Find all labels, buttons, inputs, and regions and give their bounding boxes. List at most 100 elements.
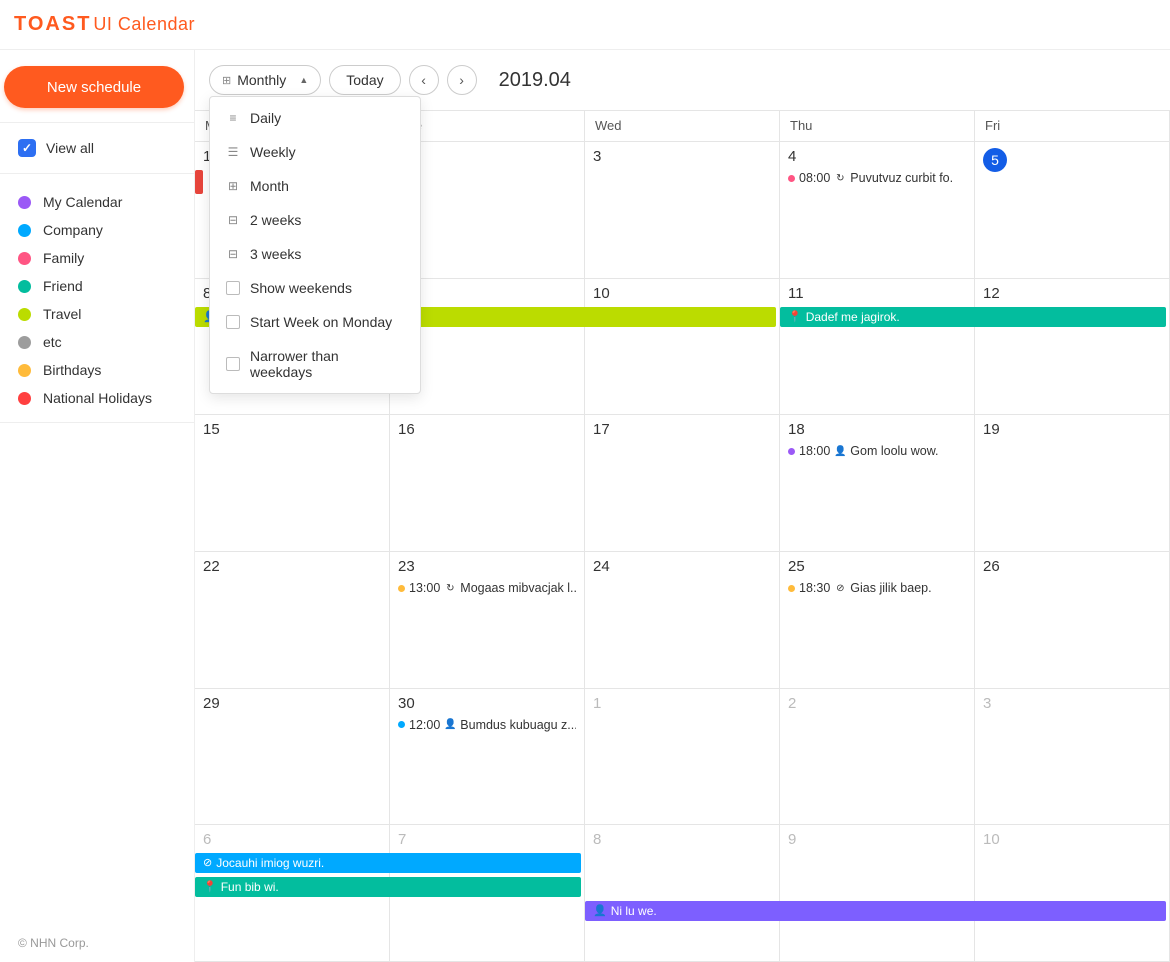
dropdown-option-label: Show weekends <box>250 280 352 296</box>
day-cell[interactable]: 24 <box>585 552 780 688</box>
calendar-item[interactable]: Company <box>0 216 194 244</box>
dropdown-view-item[interactable]: ⊟ 3 weeks <box>210 237 420 271</box>
calendar-color-dot <box>18 252 31 265</box>
day-number: 17 <box>593 421 610 438</box>
date-label: 2019.04 <box>499 69 571 92</box>
prev-button[interactable]: ‹ <box>409 65 439 95</box>
dropdown-view-item[interactable]: ☰Weekly <box>210 135 420 169</box>
day-cell[interactable]: 17 <box>585 415 780 551</box>
calendar-list: My CalendarCompany Family FriendTraveletc B… <box>0 182 194 423</box>
calendar-item[interactable]: National Holidays <box>0 384 194 412</box>
event-title: Ni lu we. <box>611 901 657 921</box>
event-dot[interactable]: 08:00 ↻ Puvutvuz curbit fo. <box>788 171 966 185</box>
dropdown-option-item[interactable]: Narrower than weekdays <box>210 339 420 389</box>
dropdown-view-label: 3 weeks <box>250 246 301 262</box>
day-cell[interactable]: 10 <box>975 825 1170 961</box>
event-bar[interactable]: 👤Ni lu we. <box>585 901 1166 921</box>
day-cell[interactable]: 26 <box>975 552 1170 688</box>
event-bar[interactable]: ⊘Jocauhi imiog wuzri. <box>195 853 581 873</box>
dropdown-option-label: Narrower than weekdays <box>250 348 404 380</box>
calendar-item[interactable]: Travel <box>0 300 194 328</box>
calendar-item-label: Birthdays <box>43 362 101 378</box>
view-icon: ☰ <box>226 145 240 159</box>
event-bar[interactable]: 📍Dadef me jagirok. <box>780 307 1166 327</box>
day-cell[interactable]: 16 <box>390 415 585 551</box>
event-time: 12:00 <box>409 718 440 732</box>
event-dot[interactable]: 18:00👤Gom loolu wow. <box>788 444 966 458</box>
calendar-item[interactable]: etc <box>0 328 194 356</box>
dropdown-option-item[interactable]: Show weekends <box>210 271 420 305</box>
day-number: 8 <box>593 831 601 848</box>
event-title: Dadef me jagirok. <box>806 307 900 327</box>
event-title: Mogaas mibvacjak l... <box>460 581 576 595</box>
calendar-item[interactable]: Birthdays <box>0 356 194 384</box>
day-cell[interactable]: 3012:00👤Bumdus kubuagu z... <box>390 689 585 825</box>
event-icon: ⊘ <box>203 853 212 873</box>
day-number: 11 <box>788 285 804 302</box>
day-cell[interactable]: 2 <box>780 689 975 825</box>
day-number: 3 <box>983 695 991 712</box>
calendar-item[interactable]: Friend <box>0 272 194 300</box>
dropdown-view-item[interactable]: ⊟2 weeks <box>210 203 420 237</box>
event-color-dot <box>398 721 405 728</box>
day-number: 26 <box>983 558 1000 575</box>
day-cell[interactable]: 22 <box>195 552 390 688</box>
event-color-dot <box>788 585 795 592</box>
event-dot[interactable]: 13:00↻Mogaas mibvacjak l... <box>398 581 576 595</box>
event-title: Puvutvuz curbit fo. <box>850 171 953 185</box>
today-button[interactable]: Today <box>329 65 400 95</box>
event-time: 08:00 <box>799 171 830 185</box>
calendar-item-label: Family <box>43 250 84 266</box>
day-cell[interactable]: 2313:00↻Mogaas mibvacjak l... <box>390 552 585 688</box>
event-icon: ↻ <box>444 582 456 594</box>
calendar-color-dot <box>18 224 31 237</box>
day-cell[interactable]: 3 <box>585 142 780 278</box>
day-cell[interactable]: 29 <box>195 689 390 825</box>
day-cell[interactable]: 5 <box>975 142 1170 278</box>
toolbar: ⊞ Monthly ▲ Today ‹ › 2019.04 ≡Daily☰Wee… <box>195 50 1170 110</box>
event-bar[interactable]: 📍Fun bib wi. <box>195 877 581 897</box>
week-row: 293012:00👤Bumdus kubuagu z... 1 23 <box>195 689 1170 826</box>
day-cell[interactable]: 25 18:30⊘Gias jilik baep. <box>780 552 975 688</box>
day-number: 1 <box>593 695 601 712</box>
event-bar[interactable] <box>195 170 203 194</box>
day-cell[interactable]: 408:00↻Puvutvuz curbit fo. <box>780 142 975 278</box>
checkbox-icon <box>18 139 36 157</box>
day-number: 10 <box>593 285 610 302</box>
day-cell[interactable]: 11 <box>780 279 975 415</box>
next-button[interactable]: › <box>447 65 477 95</box>
day-cell[interactable]: 1 <box>585 689 780 825</box>
calendar-color-dot <box>18 280 31 293</box>
calendar-item-label: National Holidays <box>43 390 152 406</box>
dropdown-view-item[interactable]: ⊞Month <box>210 169 420 203</box>
day-number: 25 <box>788 558 805 575</box>
view-icon: ⊟ <box>226 247 240 261</box>
event-icon: ↻ <box>834 172 846 184</box>
day-cell[interactable]: 10 <box>585 279 780 415</box>
day-cell[interactable]: 18 18:00👤Gom loolu wow. <box>780 415 975 551</box>
dropdown-view-item[interactable]: ≡Daily <box>210 101 420 135</box>
event-dot[interactable]: 18:30⊘Gias jilik baep. <box>788 581 966 595</box>
view-select[interactable]: ⊞ Monthly ▲ <box>209 65 321 95</box>
calendar-item[interactable]: Family <box>0 244 194 272</box>
dow-cell: Wed <box>585 111 780 141</box>
day-cell[interactable]: 19 <box>975 415 1170 551</box>
day-cell[interactable]: 8 <box>585 825 780 961</box>
calendar-color-dot <box>18 336 31 349</box>
dow-cell: Fri <box>975 111 1170 141</box>
day-cell[interactable]: 15 <box>195 415 390 551</box>
logo-suffix: UI Calendar <box>93 14 195 35</box>
day-cell[interactable]: 3 <box>975 689 1170 825</box>
day-cell[interactable]: 9 <box>780 825 975 961</box>
event-color-dot <box>398 585 405 592</box>
new-schedule-button[interactable]: New schedule <box>4 66 184 108</box>
day-number: 7 <box>398 831 406 848</box>
view-all-checkbox[interactable]: View all <box>6 133 188 163</box>
dropdown-option-item[interactable]: Start Week on Monday <box>210 305 420 339</box>
calendar-color-dot <box>18 364 31 377</box>
dropdown-view-label: Month <box>250 178 289 194</box>
day-number: 18 <box>788 421 805 438</box>
day-cell[interactable]: 12 <box>975 279 1170 415</box>
calendar-item[interactable]: My Calendar <box>0 188 194 216</box>
event-dot[interactable]: 12:00👤Bumdus kubuagu z... <box>398 718 576 732</box>
